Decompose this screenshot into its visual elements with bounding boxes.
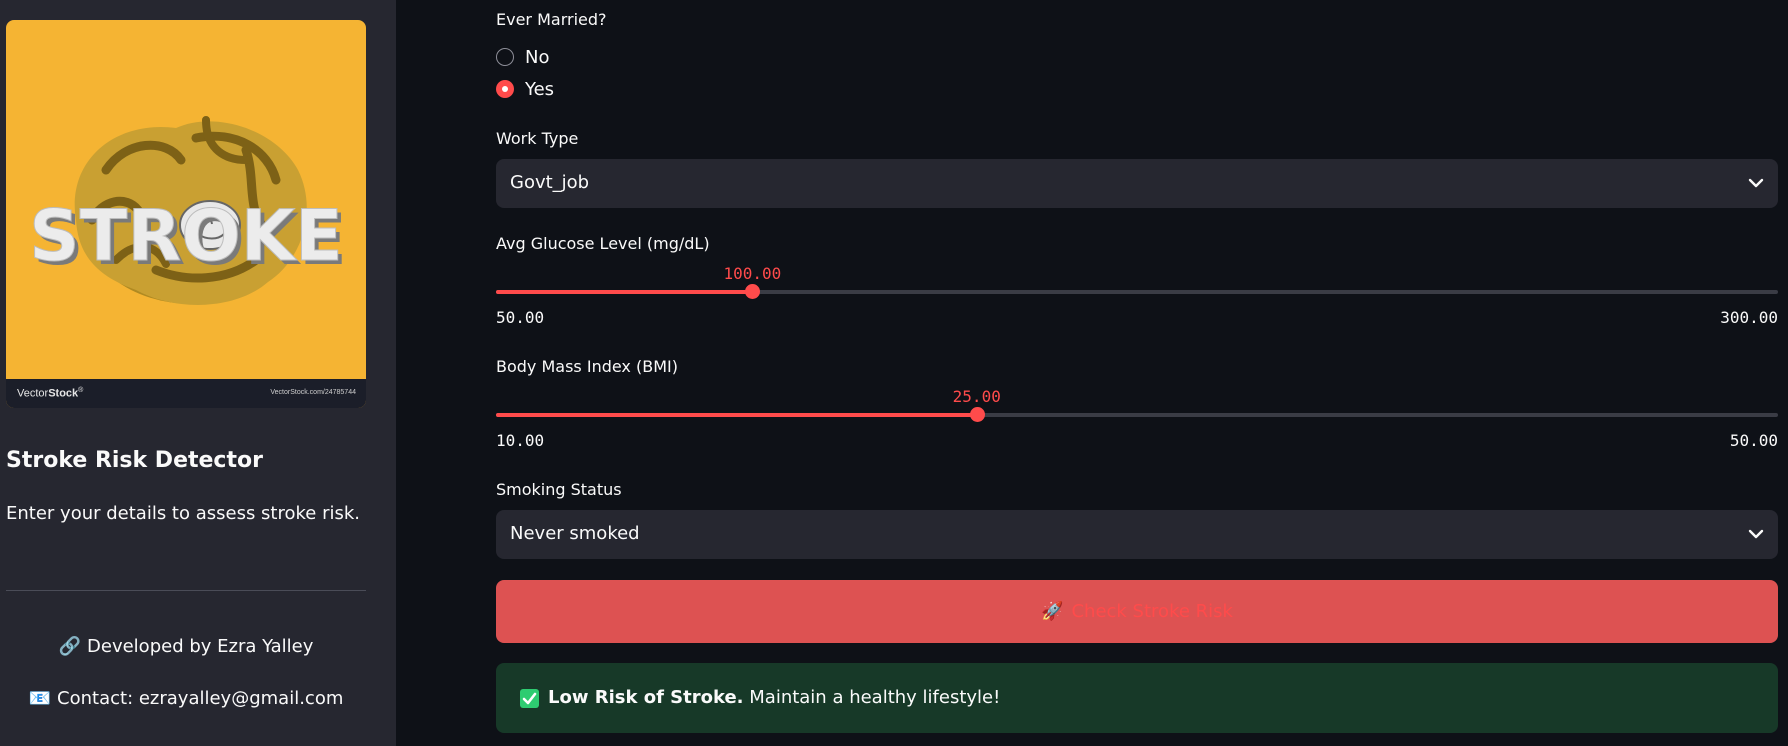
bmi-current-value: 25.00	[952, 387, 1001, 406]
check-icon	[520, 689, 539, 708]
developer-credit: 🔗 Developed by Ezra Yalley	[6, 636, 366, 657]
envelope-icon: 📧	[28, 688, 52, 709]
radio-label-no: No	[525, 46, 550, 68]
bmi-slider-thumb[interactable]	[969, 407, 985, 422]
rocket-icon: 🚀	[1041, 601, 1064, 622]
contact-line: 📧 Contact: ezrayalley@gmail.com	[6, 688, 366, 709]
app-description: Enter your details to assess stroke risk…	[6, 503, 361, 524]
main-form: Ever Married? No Yes Work Type Govt_job …	[496, 0, 1778, 746]
vectorstock-url: VectorStock.com/24785744	[270, 389, 356, 396]
glucose-min-value: 50.00	[496, 308, 545, 327]
radio-option-yes[interactable]: Yes	[496, 76, 554, 102]
smoking-label: Smoking Status	[496, 480, 622, 499]
bmi-max-value: 50.00	[1729, 431, 1778, 450]
result-success-alert: Low Risk of Stroke. Maintain a healthy l…	[496, 663, 1778, 733]
link-icon: 🔗	[58, 636, 82, 657]
app-root: STROKE STROKE VectorStock® VectorStock.c…	[0, 0, 1788, 746]
logo-footer: VectorStock® VectorStock.com/24785744	[6, 379, 366, 408]
smoking-select[interactable]: Never smoked	[496, 510, 1778, 559]
result-normal-text: Maintain a healthy lifestyle!	[743, 687, 1001, 708]
work-type-select[interactable]: Govt_job	[496, 159, 1778, 208]
work-type-label: Work Type	[496, 129, 579, 148]
bmi-min-value: 10.00	[496, 431, 545, 450]
glucose-current-value: 100.00	[723, 264, 782, 283]
radio-option-no[interactable]: No	[496, 44, 549, 70]
radio-circle-yes[interactable]	[496, 80, 514, 98]
glucose-max-value: 300.00	[1720, 308, 1778, 327]
sidebar: STROKE STROKE VectorStock® VectorStock.c…	[0, 0, 396, 746]
chevron-down-icon	[1748, 529, 1764, 539]
result-bold-text: Low Risk of Stroke.	[548, 687, 744, 708]
divider	[6, 590, 366, 591]
check-stroke-risk-button[interactable]: 🚀 Check Stroke Risk	[496, 580, 1778, 643]
svg-text:STROKE: STROKE	[29, 195, 343, 277]
radio-label-yes: Yes	[525, 78, 555, 100]
glucose-slider[interactable]: 100.00 50.00 300.00	[496, 250, 1778, 340]
bmi-slider-fill	[496, 413, 977, 417]
vectorstock-brand: VectorStock®	[17, 387, 84, 400]
ever-married-label: Ever Married?	[496, 10, 607, 29]
check-stroke-risk-label: Check Stroke Risk	[1071, 601, 1233, 622]
stroke-logo-image: STROKE STROKE VectorStock® VectorStock.c…	[6, 20, 366, 408]
developer-text: Developed by Ezra Yalley	[87, 636, 314, 657]
contact-text: Contact: ezrayalley@gmail.com	[57, 688, 344, 709]
bmi-slider[interactable]: 25.00 10.00 50.00	[496, 373, 1778, 463]
bmi-slider-track[interactable]	[496, 413, 1778, 417]
work-type-value: Govt_job	[510, 172, 590, 193]
stroke-word-art: STROKE STROKE	[29, 195, 347, 282]
glucose-slider-thumb[interactable]	[745, 284, 761, 299]
result-message: Low Risk of Stroke. Maintain a healthy l…	[548, 687, 1000, 708]
glucose-slider-fill	[496, 290, 753, 294]
app-title: Stroke Risk Detector	[6, 448, 263, 473]
radio-circle-no[interactable]	[496, 48, 514, 66]
smoking-value: Never smoked	[510, 523, 640, 544]
chevron-down-icon	[1748, 178, 1764, 188]
glucose-slider-track[interactable]	[496, 290, 1778, 294]
